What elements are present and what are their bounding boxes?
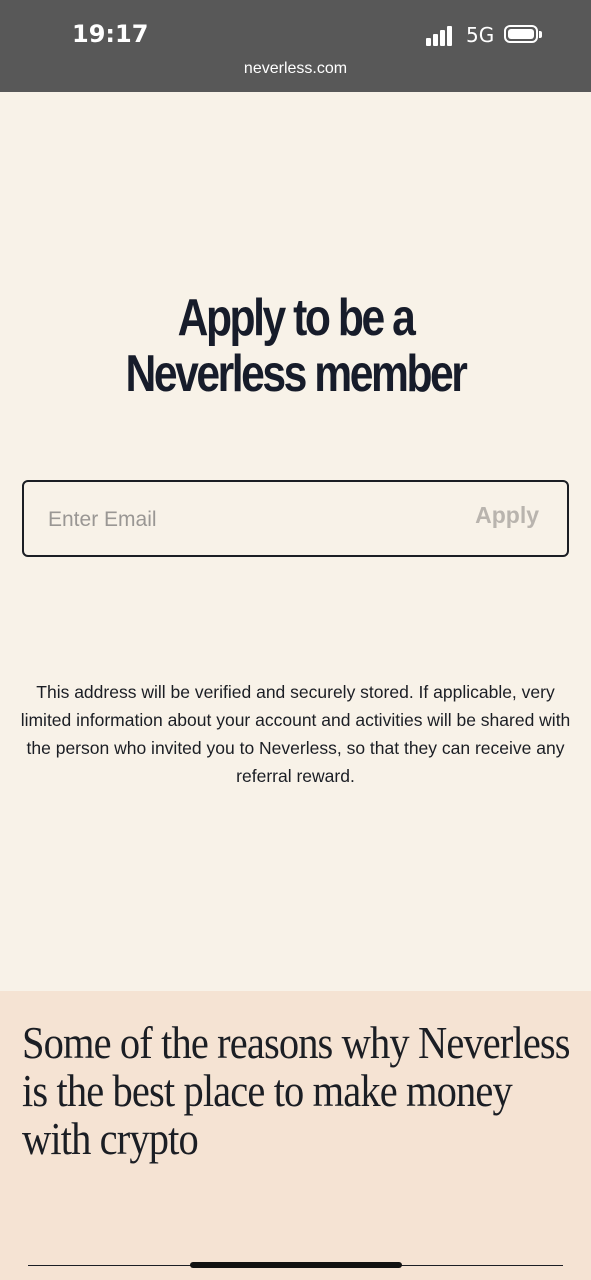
reasons-heading-line-2: is the best place to make money xyxy=(22,1065,513,1116)
reasons-heading-line-3: with crypto xyxy=(22,1113,199,1164)
page-title: Apply to be a Neverless member xyxy=(53,290,538,402)
email-form: Apply xyxy=(22,480,569,557)
page-title-line-2: Neverless member xyxy=(125,345,468,403)
signal-icon xyxy=(426,26,456,46)
email-input[interactable] xyxy=(46,500,430,540)
home-indicator[interactable] xyxy=(190,1262,402,1268)
address-bar-url[interactable]: neverless.com xyxy=(0,60,591,78)
reasons-heading: Some of the reasons why Neverless is the… xyxy=(22,1017,571,1164)
network-type: 5G xyxy=(466,23,495,47)
reasons-heading-line-1: Some of the reasons why Neverless xyxy=(22,1017,571,1068)
clock-time: 19:17 xyxy=(72,20,149,48)
battery-icon xyxy=(504,25,542,43)
privacy-notice: This address will be verified and secure… xyxy=(20,682,571,786)
reasons-section: Some of the reasons why Neverless is the… xyxy=(0,991,591,1280)
apply-button[interactable]: Apply xyxy=(475,502,539,529)
page-title-line-1: Apply to be a xyxy=(177,289,416,347)
browser-status-bar: 19:17 5G neverless.com xyxy=(0,0,591,92)
